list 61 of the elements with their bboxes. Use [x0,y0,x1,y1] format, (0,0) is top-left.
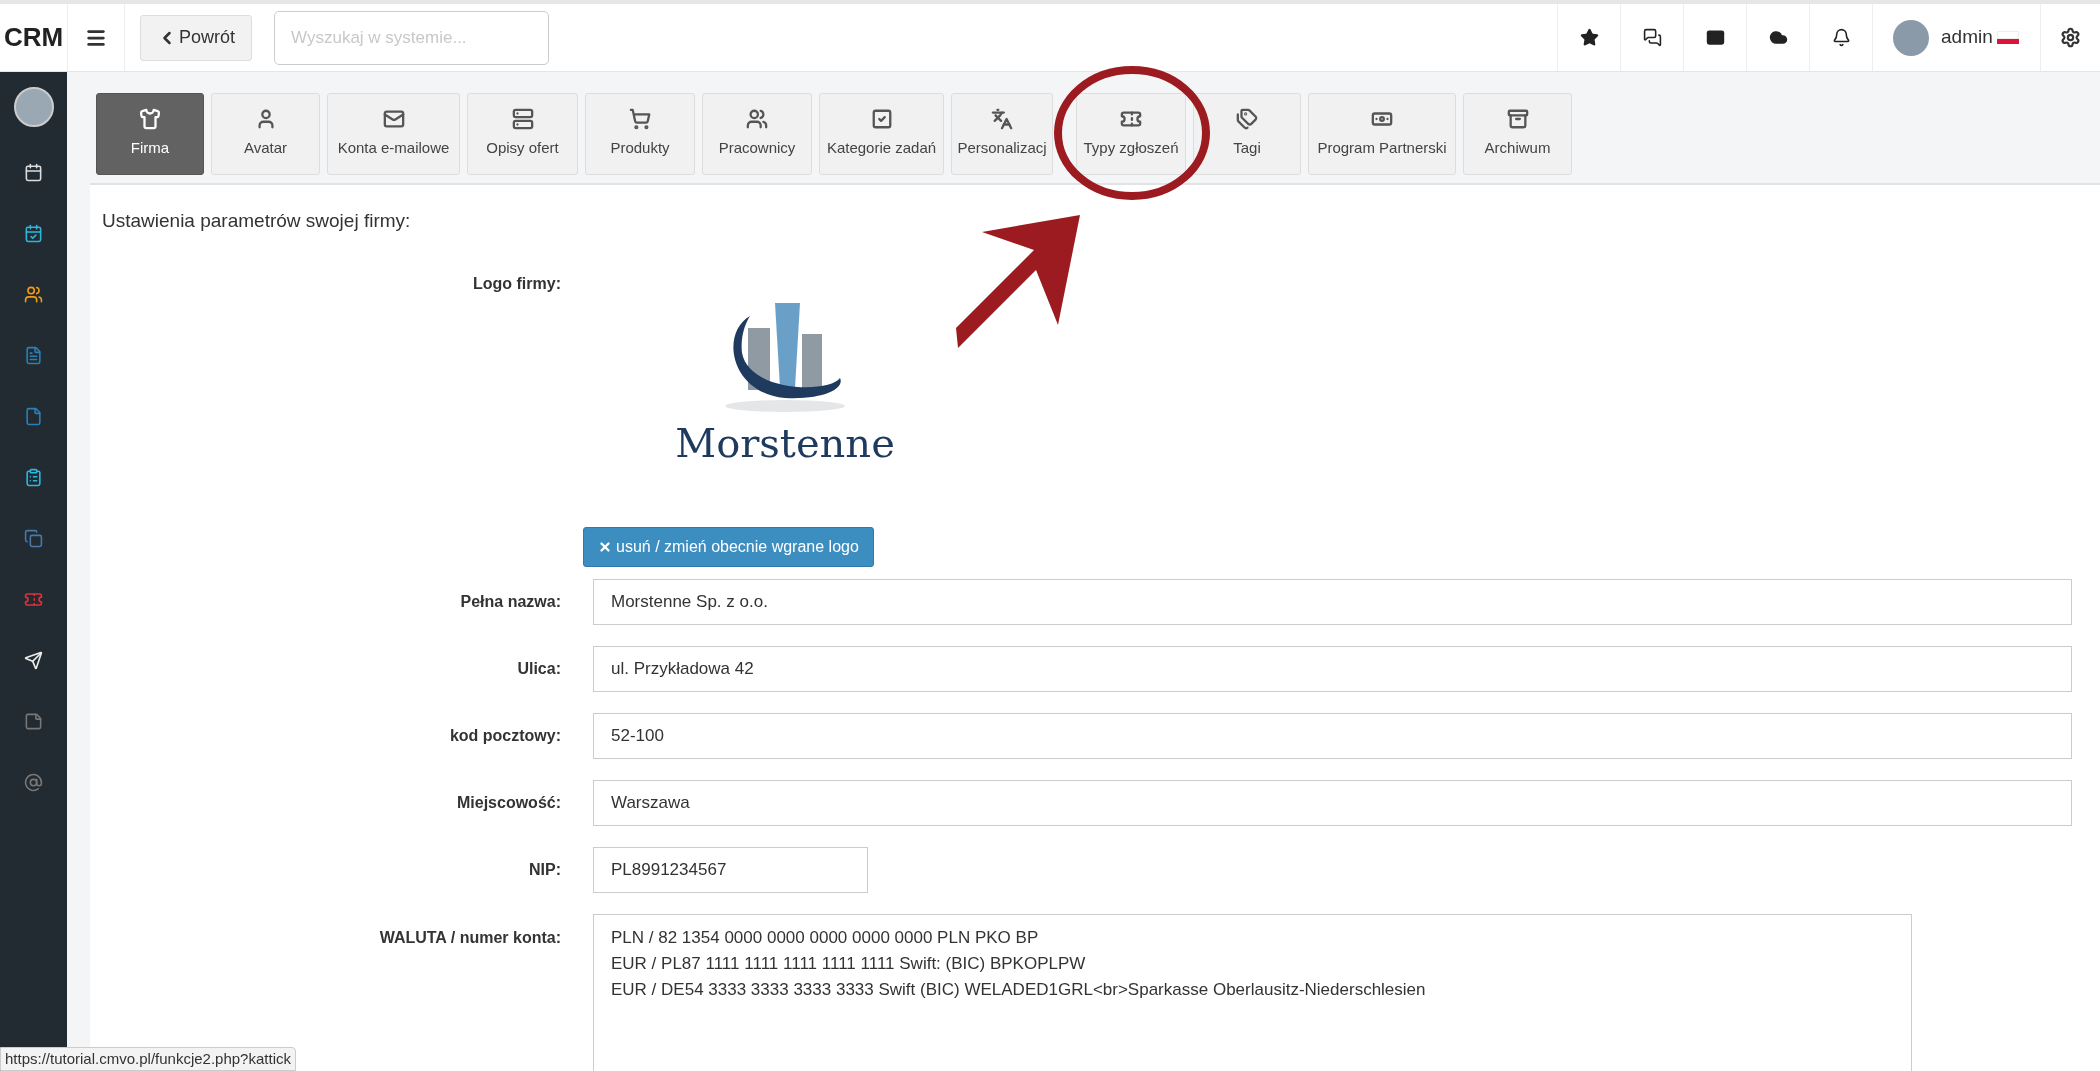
logo-text: Morstenne [675,422,895,463]
remove-logo-button[interactable]: usuń / zmień obecnie wgrane logo [583,526,874,567]
flag-icon [1996,31,2019,44]
users-icon [746,108,768,131]
panel-title: Ustawienia parametrów swojej firmy: [102,209,411,233]
settings-icon[interactable] [2060,27,2081,48]
text-field[interactable]: Morstenne Sp. z o.o. [593,578,2072,625]
field-label: Logo firmy: [473,273,561,294]
status-url: https://tutorial.cmvo.pl/funkcje2.php?kattick [0,1046,296,1071]
text-line: PLN / 82 1354 0000 0000 0000 0000 0000 PLN PKO BP [611,926,1039,949]
tab[interactable]: Personalizacj [951,93,1053,175]
text-area[interactable] [593,913,1912,1071]
text-field[interactable]: PL8991234567 [593,846,868,893]
checkbox-icon [870,108,893,131]
archive-icon [1506,108,1529,131]
text-field[interactable]: Warszawa [593,779,2072,826]
document-icon[interactable] [24,346,43,365]
notification-icon[interactable] [1831,28,1851,47]
cloud-icon[interactable] [1768,28,1788,47]
close-icon [598,539,612,554]
cart-icon [629,108,651,131]
tab[interactable]: Tagi [1193,93,1301,175]
text-field[interactable]: ul. Przykładowa 42 [593,645,2072,692]
tab[interactable]: Typy zgłoszeń [1076,93,1186,175]
note-icon[interactable] [24,712,43,731]
copy-icon[interactable] [24,529,43,548]
text-line: EUR / DE54 3333 3333 3333 3333 Swift (BIC) WELADED1GRL<br>Sparkasse Oberlausitz-Niederschlesien [611,978,1426,1001]
ticket-icon[interactable] [24,590,43,609]
tab[interactable]: Kategorie zadań [819,93,944,175]
field-label: Miejscowość: [456,792,561,813]
clipboard-icon[interactable] [24,468,43,487]
file-icon[interactable] [24,407,43,426]
avatar[interactable] [13,87,54,127]
tab[interactable]: Archiwum [1463,93,1572,175]
users-icon[interactable] [24,285,43,304]
tags-icon [1236,108,1258,131]
calendar-icon[interactable] [24,163,43,182]
chat-icon[interactable] [1642,28,1662,47]
user-name[interactable]: admin [1941,23,1993,52]
text-field[interactable]: 52-100 [593,712,2072,759]
star-icon[interactable] [1579,28,1599,47]
tab[interactable]: Firma [96,93,204,175]
language-icon [991,108,1013,131]
send-icon[interactable] [24,651,43,670]
field-label: kod pocztowy: [449,725,561,746]
tab[interactable]: Produkty [585,93,695,175]
at-icon[interactable] [24,773,43,792]
back-button[interactable]: Powrót [140,14,253,61]
server-icon [511,108,534,131]
field-label: Pełna nazwa: [460,591,561,612]
calendar-check-icon[interactable] [24,224,43,243]
tab[interactable]: Opisy ofert [467,93,578,175]
brand-logo: CRM [3,21,64,54]
tab[interactable]: Pracownicy [702,93,812,175]
field-label: NIP: [529,859,561,880]
tab[interactable]: Program Partnerski [1308,93,1456,175]
field-label: WALUTA / numer konta: [379,927,561,948]
tab[interactable]: Avatar [211,93,320,175]
text-line: EUR / PL87 1111 1111 1111 1111 1111 Swift: (BIC) BPKOPLPW [611,952,1086,975]
field-label: Ulica: [517,658,561,679]
tab[interactable]: Konta e-mailowe [327,93,460,175]
